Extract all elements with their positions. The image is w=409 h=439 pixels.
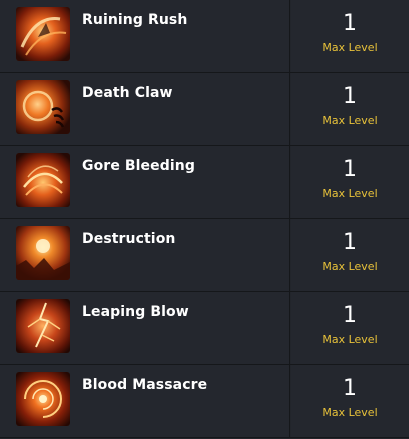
skill-row[interactable]: Ruining Rush 1 Max Level [0,0,409,73]
death-claw-icon [16,80,70,134]
skill-main-cell: Destruction [0,219,290,291]
skill-level-cell: 1 Max Level [291,0,409,72]
skill-level-label: Max Level [322,114,378,127]
skill-level-value: 1 [343,376,357,401]
skill-main-cell: Blood Massacre [0,365,290,437]
skill-level-cell: 1 Max Level [291,146,409,218]
skill-level-label: Max Level [322,333,378,346]
skill-level-value: 1 [343,11,357,36]
skill-name: Leaping Blow [82,304,189,320]
leaping-blow-icon [16,299,70,353]
skill-name: Ruining Rush [82,12,188,28]
skill-row[interactable]: Destruction 1 Max Level [0,219,409,292]
blood-massacre-icon [16,372,70,426]
skill-level-label: Max Level [322,41,378,54]
skill-level-label: Max Level [322,406,378,419]
skill-name: Death Claw [82,85,173,101]
destruction-icon [16,226,70,280]
skill-level-cell: 1 Max Level [291,292,409,364]
skill-row[interactable]: Blood Massacre 1 Max Level [0,365,409,438]
skill-level-value: 1 [343,230,357,255]
skill-list: Ruining Rush 1 Max Level Death Claw 1 Ma… [0,0,409,439]
skill-level-cell: 1 Max Level [291,73,409,145]
skill-main-cell: Leaping Blow [0,292,290,364]
skill-level-value: 1 [343,303,357,328]
skill-name: Blood Massacre [82,377,208,393]
ruining-rush-icon [16,7,70,61]
skill-row[interactable]: Leaping Blow 1 Max Level [0,292,409,365]
skill-level-cell: 1 Max Level [291,365,409,437]
skill-row[interactable]: Gore Bleeding 1 Max Level [0,146,409,219]
skill-name: Destruction [82,231,176,247]
skill-name: Gore Bleeding [82,158,195,174]
skill-level-value: 1 [343,157,357,182]
skill-level-label: Max Level [322,260,378,273]
skill-level-value: 1 [343,84,357,109]
skill-main-cell: Ruining Rush [0,0,290,72]
gore-bleeding-icon [16,153,70,207]
skill-main-cell: Gore Bleeding [0,146,290,218]
skill-row[interactable]: Death Claw 1 Max Level [0,73,409,146]
skill-level-label: Max Level [322,187,378,200]
skill-level-cell: 1 Max Level [291,219,409,291]
skill-main-cell: Death Claw [0,73,290,145]
